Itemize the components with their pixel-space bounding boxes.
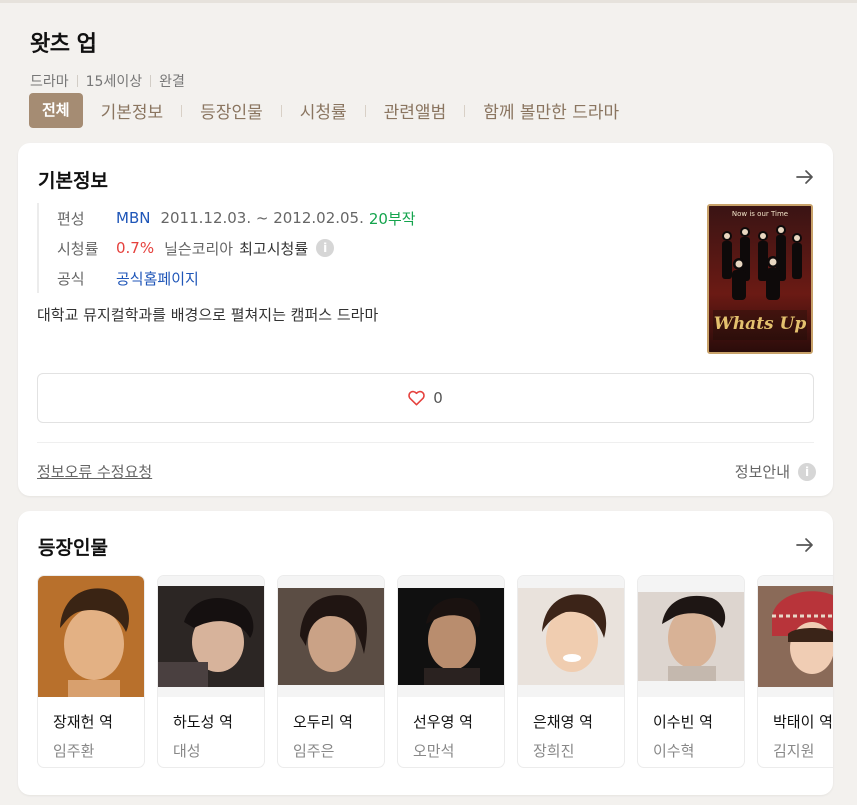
cast-photo	[518, 576, 624, 697]
poster-title: Whats Up	[713, 314, 807, 334]
episode-count: 20부작	[368, 209, 416, 228]
meta-age-rating: 15세이상	[85, 74, 143, 90]
divider	[37, 442, 814, 443]
cast-actor: 대성	[173, 742, 201, 760]
cast-card-item[interactable]: 이수빈 역 이수혁	[637, 575, 745, 768]
cast-photo	[278, 576, 384, 697]
cast-role: 장재헌 역	[53, 713, 113, 731]
tab-cast[interactable]: 등장인물	[200, 98, 263, 123]
meta-status: 완결	[159, 74, 185, 90]
tab-similar-dramas[interactable]: 함께 볼만한 드라마	[483, 98, 619, 123]
info-list: 편성 MBN 2011.12.03. ~ 2012.02.05. 20부작 시청…	[37, 203, 416, 293]
arrow-right-icon[interactable]	[795, 167, 815, 187]
cast-actor: 이수혁	[653, 742, 695, 760]
top-border	[0, 0, 857, 3]
rating-value: 0.7%	[116, 239, 155, 257]
cast-photo	[758, 576, 833, 697]
cast-card-item[interactable]: 오두리 역 임주은	[277, 575, 385, 768]
cast-card-item[interactable]: 박태이 역 김지원	[757, 575, 833, 768]
cast-photo	[638, 576, 744, 697]
cast-role: 이수빈 역	[653, 713, 713, 731]
cast-card: 등장인물 장재헌 역 임주환 하도성 역 대성 오두리 역 임주은 선우영 역 …	[18, 511, 833, 795]
broadcast-period: 2011.12.03. ~ 2012.02.05.	[160, 209, 364, 227]
official-label: 공식	[57, 269, 85, 288]
meta-divider	[150, 75, 152, 87]
poster-subtitle: Now is our Time	[731, 210, 789, 218]
cast-list: 장재헌 역 임주환 하도성 역 대성 오두리 역 임주은 선우영 역 오만석 은…	[37, 575, 833, 768]
meta-genre: 드라마	[30, 74, 69, 90]
info-circle-icon: i	[798, 462, 816, 481]
cast-card-item[interactable]: 은채영 역 장희진	[517, 575, 625, 768]
cast-actor: 김지원	[773, 742, 815, 760]
rating-source: 닐슨코리아	[164, 239, 234, 258]
page-title: 왓츠 업	[30, 32, 97, 57]
heart-icon	[408, 390, 425, 406]
broadcast-row: 편성 MBN 2011.12.03. ~ 2012.02.05. 20부작	[57, 203, 416, 233]
official-row: 공식 공식홈페이지	[57, 263, 416, 293]
cast-card-item[interactable]: 장재헌 역 임주환	[37, 575, 145, 768]
cast-actor: 임주환	[53, 742, 95, 760]
report-error-link[interactable]: 정보오류 수정요청	[37, 461, 152, 482]
cast-card-item[interactable]: 하도성 역 대성	[157, 575, 265, 768]
info-guide-button[interactable]: 정보안내 i	[735, 461, 816, 482]
tab-albums[interactable]: 관련앨범	[384, 98, 447, 123]
drama-poster[interactable]: Now is our Time Whats Up	[707, 204, 813, 354]
cast-photo	[158, 576, 264, 697]
cast-actor: 임주은	[293, 742, 335, 760]
info-guide-label: 정보안내	[734, 463, 790, 481]
cast-role: 박태이 역	[773, 713, 833, 731]
like-button[interactable]: 0	[37, 373, 814, 423]
meta-divider	[76, 75, 78, 87]
channel-link[interactable]: MBN	[116, 209, 150, 227]
cast-role: 은채영 역	[533, 713, 593, 731]
tab-all[interactable]: 전체	[29, 93, 83, 128]
tab-ratings[interactable]: 시청률	[300, 98, 347, 123]
info-circle-icon[interactable]: i	[316, 239, 335, 257]
drama-description: 대학교 뮤지컬학과를 배경으로 펼쳐지는 캠퍼스 드라마	[37, 306, 379, 324]
cast-actor: 장희진	[533, 742, 575, 760]
basic-info-card: 기본정보 편성 MBN 2011.12.03. ~ 2012.02.05. 20…	[18, 143, 833, 496]
meta-info: 드라마 15세이상 완결	[30, 71, 837, 91]
tab-basic-info[interactable]: 기본정보	[101, 98, 164, 123]
arrow-right-icon[interactable]	[795, 535, 815, 555]
rating-label: 시청률	[57, 239, 99, 258]
cast-role: 선우영 역	[413, 713, 473, 731]
tab-divider	[280, 104, 282, 117]
tab-divider	[464, 104, 466, 117]
cast-card-item[interactable]: 선우영 역 오만석	[397, 575, 505, 768]
like-count: 0	[433, 389, 443, 407]
cast-actor: 오만석	[413, 742, 455, 760]
cast-role: 하도성 역	[173, 713, 233, 731]
tab-bar: 전체 기본정보 등장인물 시청률 관련앨범 함께 볼만한 드라마	[29, 93, 619, 128]
cast-role: 오두리 역	[293, 713, 353, 731]
tab-divider	[364, 104, 366, 117]
rating-desc: 최고시청률	[239, 239, 309, 258]
cast-heading: 등장인물	[38, 537, 108, 559]
rating-row: 시청률 0.7% 닐슨코리아 최고시청률 i	[57, 233, 416, 263]
cast-photo	[38, 576, 144, 697]
basic-info-heading: 기본정보	[38, 170, 108, 192]
official-homepage-link[interactable]: 공식홈페이지	[116, 268, 199, 289]
tab-divider	[181, 104, 183, 117]
header: 왓츠 업 드라마 15세이상 완결	[30, 26, 837, 91]
cast-photo	[398, 576, 504, 697]
broadcast-label: 편성	[57, 209, 85, 228]
